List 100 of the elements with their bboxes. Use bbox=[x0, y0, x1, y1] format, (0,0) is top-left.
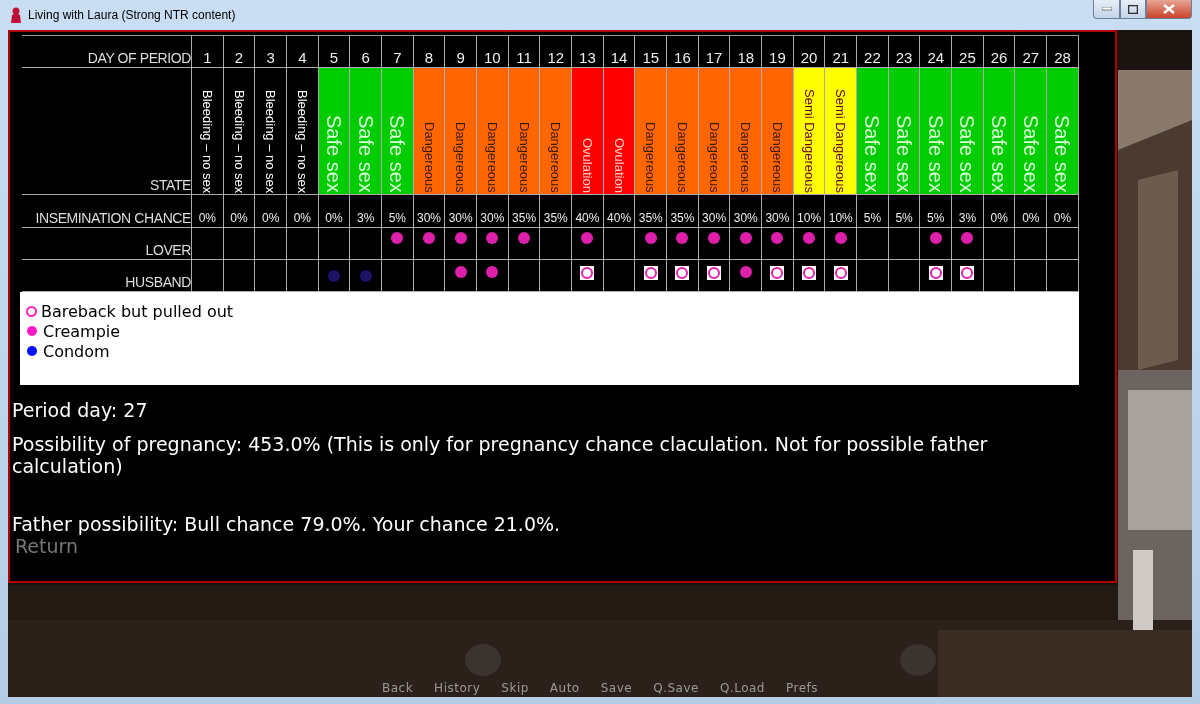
quick-menu-button[interactable]: Q.Save bbox=[653, 681, 699, 695]
maximize-button[interactable] bbox=[1120, 0, 1146, 19]
state-cell: Safe sex bbox=[857, 68, 889, 195]
chance-value: 30% bbox=[765, 211, 790, 227]
chance-value: 5% bbox=[895, 211, 913, 227]
maximize-icon bbox=[1128, 4, 1138, 14]
day-number: 12 bbox=[547, 49, 565, 67]
state-cell: Bleeding – no sex bbox=[223, 68, 256, 195]
chance-value: 3% bbox=[357, 211, 375, 227]
state-cell: Dangereous bbox=[508, 68, 541, 195]
chance-value: 35% bbox=[638, 211, 663, 227]
day-number: 15 bbox=[642, 49, 660, 67]
close-button[interactable] bbox=[1146, 0, 1192, 19]
table-cell bbox=[223, 260, 256, 292]
chance-value: 35% bbox=[670, 211, 695, 227]
chance-value: 35% bbox=[543, 211, 568, 227]
day-number: 18 bbox=[737, 49, 755, 67]
state-cell: Safe sex bbox=[350, 68, 383, 195]
chance-value: 0% bbox=[293, 211, 311, 227]
chance-value: 30% bbox=[417, 211, 442, 227]
quick-menu-button[interactable]: Save bbox=[600, 681, 633, 695]
day-number: 25 bbox=[959, 49, 976, 67]
day-number: 22 bbox=[864, 49, 881, 67]
state-cell: Safe sex bbox=[318, 68, 351, 195]
day-number: 9 bbox=[456, 49, 465, 67]
state-cell: Ovulation bbox=[603, 68, 636, 195]
row-label: HUSBAND bbox=[125, 274, 191, 291]
day-number: 2 bbox=[234, 49, 244, 67]
state-cell: Dangereous bbox=[667, 68, 699, 195]
day-number: 24 bbox=[927, 49, 945, 67]
day-number: 3 bbox=[266, 49, 275, 67]
chance-value: 0% bbox=[325, 211, 343, 227]
table-cell bbox=[255, 260, 287, 292]
row-label: DAY OF PERIOD bbox=[87, 50, 191, 67]
chance-value: 3% bbox=[958, 211, 977, 227]
chance-value: 10% bbox=[797, 211, 822, 227]
chance-value: 0% bbox=[1053, 211, 1072, 227]
dot-icon bbox=[27, 346, 37, 356]
day-number: 21 bbox=[832, 49, 850, 67]
table-cell bbox=[1047, 260, 1079, 292]
day-number: 10 bbox=[484, 49, 501, 67]
day-number: 17 bbox=[705, 49, 723, 67]
state-cell: Bleeding – no sex bbox=[287, 68, 319, 195]
state-cell: Dangereous bbox=[698, 68, 731, 195]
day-number: 5 bbox=[329, 49, 339, 67]
day-number: 19 bbox=[769, 49, 786, 67]
state-cell: Ovulation bbox=[572, 68, 604, 195]
day-number: 14 bbox=[610, 49, 628, 67]
info-text: Father possibility: Bull chance 79.0%. Your chance 21.0%. bbox=[12, 513, 562, 535]
state-cell: Dangereous bbox=[635, 68, 668, 195]
close-icon bbox=[1163, 4, 1175, 14]
state-cell: Bleeding – no sex bbox=[255, 68, 287, 195]
chance-value: 0% bbox=[262, 211, 280, 227]
chance-value: 30% bbox=[733, 211, 758, 227]
day-number: 6 bbox=[361, 49, 370, 67]
minimize-icon bbox=[1101, 7, 1112, 11]
chance-value: 30% bbox=[702, 211, 727, 227]
chance-value: 5% bbox=[388, 211, 407, 227]
state-cell: Safe sex bbox=[1015, 68, 1048, 195]
state-cell: Dangereous bbox=[445, 68, 478, 195]
legend-label: Condom bbox=[43, 341, 110, 361]
app-icon bbox=[10, 7, 22, 23]
quick-menu-button[interactable]: Prefs bbox=[785, 681, 818, 695]
chance-value: 30% bbox=[480, 211, 505, 227]
day-number: 27 bbox=[1022, 49, 1040, 67]
quick-menu-button[interactable]: Q.Load bbox=[719, 681, 765, 695]
quick-menu-button[interactable]: Skip bbox=[501, 681, 529, 695]
row-label: LOVER bbox=[145, 242, 191, 259]
chance-value: 0% bbox=[230, 211, 248, 227]
table-cell bbox=[1015, 260, 1048, 292]
info-text: Period day: 27 bbox=[12, 399, 149, 421]
quick-menu-button[interactable]: Auto bbox=[549, 681, 580, 695]
day-number: 23 bbox=[895, 49, 913, 67]
quick-menu-button[interactable]: Back bbox=[381, 681, 414, 695]
state-cell: Safe sex bbox=[382, 68, 414, 195]
dot-icon bbox=[27, 326, 37, 336]
chance-value: 40% bbox=[607, 211, 632, 227]
return-button[interactable]: Return bbox=[15, 535, 79, 557]
day-number: 11 bbox=[516, 49, 532, 67]
state-cell: Dangereous bbox=[477, 68, 509, 195]
chance-value: 10% bbox=[828, 211, 853, 227]
state-cell: Safe sex bbox=[888, 68, 921, 195]
day-number: 13 bbox=[579, 49, 596, 67]
row-label: INSEMINATION CHANCE bbox=[35, 210, 191, 227]
state-cell: Safe sex bbox=[952, 68, 984, 195]
day-number: 28 bbox=[1054, 49, 1071, 67]
window-title: Living with Laura (Strong NTR content) bbox=[28, 8, 236, 22]
chance-value: 40% bbox=[575, 211, 600, 227]
day-number: 20 bbox=[800, 49, 818, 67]
chance-value: 5% bbox=[863, 211, 882, 227]
quick-menu-button[interactable]: History bbox=[434, 681, 481, 695]
day-number: 7 bbox=[393, 49, 402, 67]
day-number: 26 bbox=[990, 49, 1008, 67]
chance-value: 0% bbox=[198, 211, 216, 227]
day-number: 4 bbox=[298, 49, 307, 67]
chance-value: 5% bbox=[927, 211, 945, 227]
chance-value: 30% bbox=[448, 211, 473, 227]
chance-value: 0% bbox=[990, 211, 1008, 227]
day-number: 16 bbox=[674, 49, 691, 67]
day-number: 8 bbox=[424, 49, 434, 67]
